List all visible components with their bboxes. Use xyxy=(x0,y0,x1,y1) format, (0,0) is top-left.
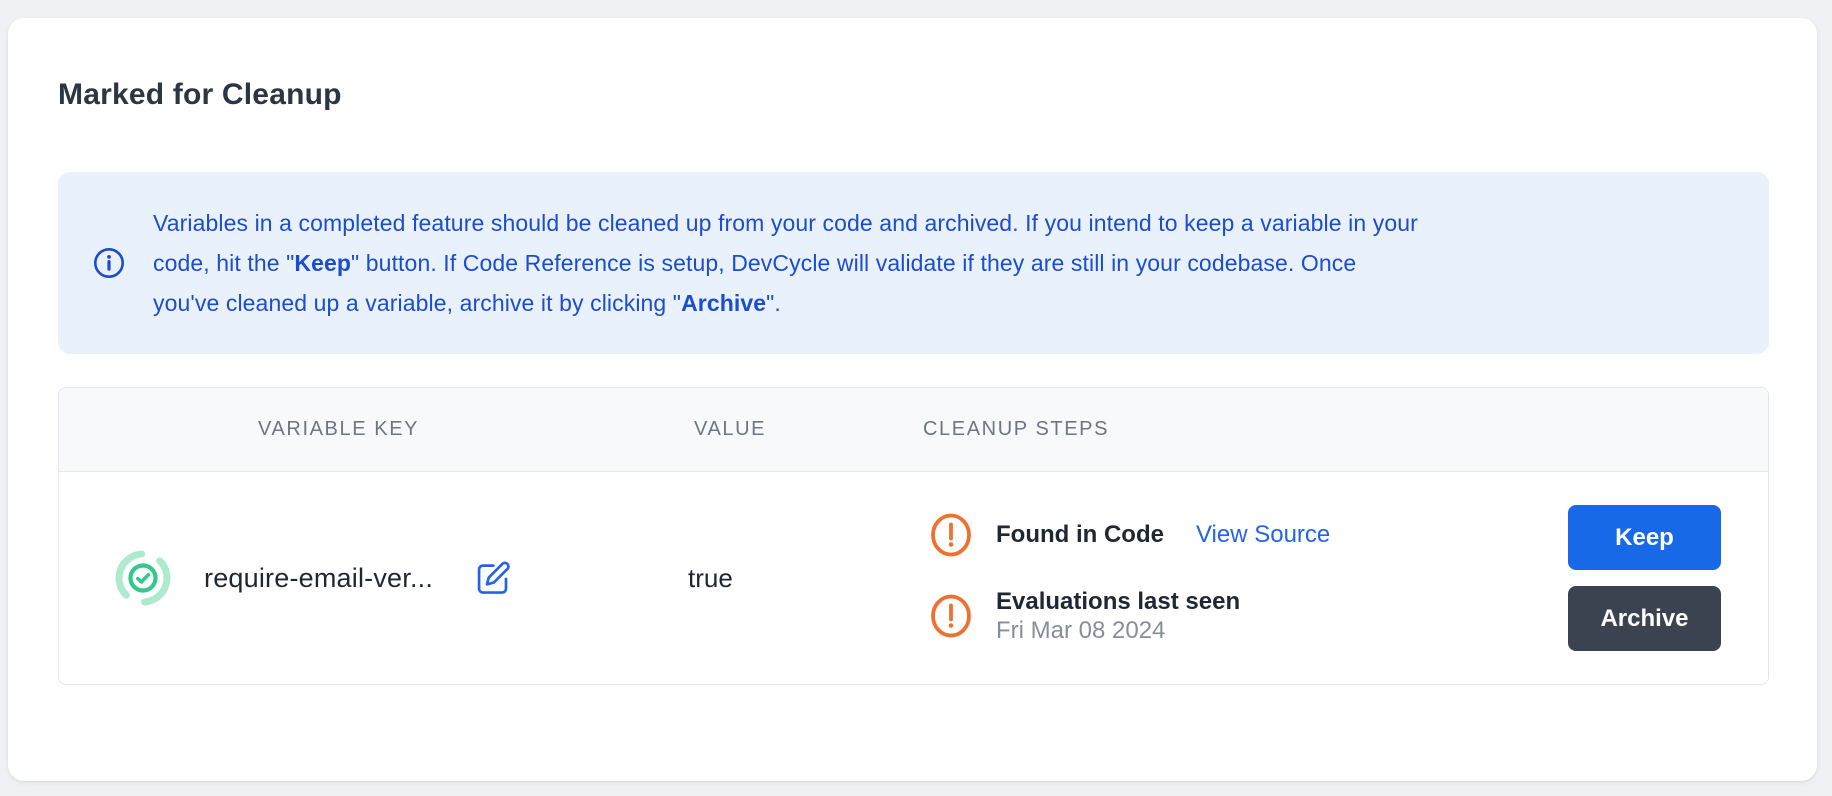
step-text: Evaluations last seen Fri Mar 08 2024 xyxy=(996,588,1240,645)
archive-button[interactable]: Archive xyxy=(1568,586,1721,651)
cleanup-steps-cell: Found in Code View Source Evaluations la… xyxy=(794,512,1568,645)
variable-key: require-email-ver... xyxy=(204,563,433,594)
cleanup-table: VARIABLE KEY VALUE CLEANUP STEPS require… xyxy=(58,387,1769,685)
alert-circle-icon xyxy=(928,593,974,639)
table-row: require-email-ver... true Found xyxy=(59,472,1768,684)
keep-button[interactable]: Keep xyxy=(1568,505,1721,570)
step-label: Evaluations last seen xyxy=(996,588,1240,616)
alert-circle-icon xyxy=(928,512,974,558)
marked-for-cleanup-card: Marked for Cleanup Variables in a comple… xyxy=(8,18,1817,781)
status-cell xyxy=(59,550,204,606)
edit-icon[interactable] xyxy=(473,558,513,598)
cleanup-step-evaluations: Evaluations last seen Fri Mar 08 2024 xyxy=(928,588,1568,645)
actions-cell: Keep Archive xyxy=(1568,505,1768,651)
banner-text: Variables in a completed feature should … xyxy=(153,203,1418,323)
evaluations-date: Fri Mar 08 2024 xyxy=(996,616,1240,645)
column-header-cleanup-steps: CLEANUP STEPS xyxy=(794,418,1568,441)
page-title: Marked for Cleanup xyxy=(58,74,1769,116)
view-source-link[interactable]: View Source xyxy=(1196,521,1330,549)
column-header-variable-key: VARIABLE KEY xyxy=(204,418,644,441)
cleanup-step-found-in-code: Found in Code View Source xyxy=(928,512,1568,558)
step-label: Found in Code xyxy=(996,521,1164,549)
table-header: VARIABLE KEY VALUE CLEANUP STEPS xyxy=(59,388,1768,472)
variable-value: true xyxy=(644,563,794,594)
info-banner: Variables in a completed feature should … xyxy=(58,172,1769,354)
variable-status-check-icon xyxy=(115,550,171,606)
variable-key-cell: require-email-ver... xyxy=(204,558,644,598)
info-icon xyxy=(92,246,126,280)
column-header-value: VALUE xyxy=(644,418,794,441)
